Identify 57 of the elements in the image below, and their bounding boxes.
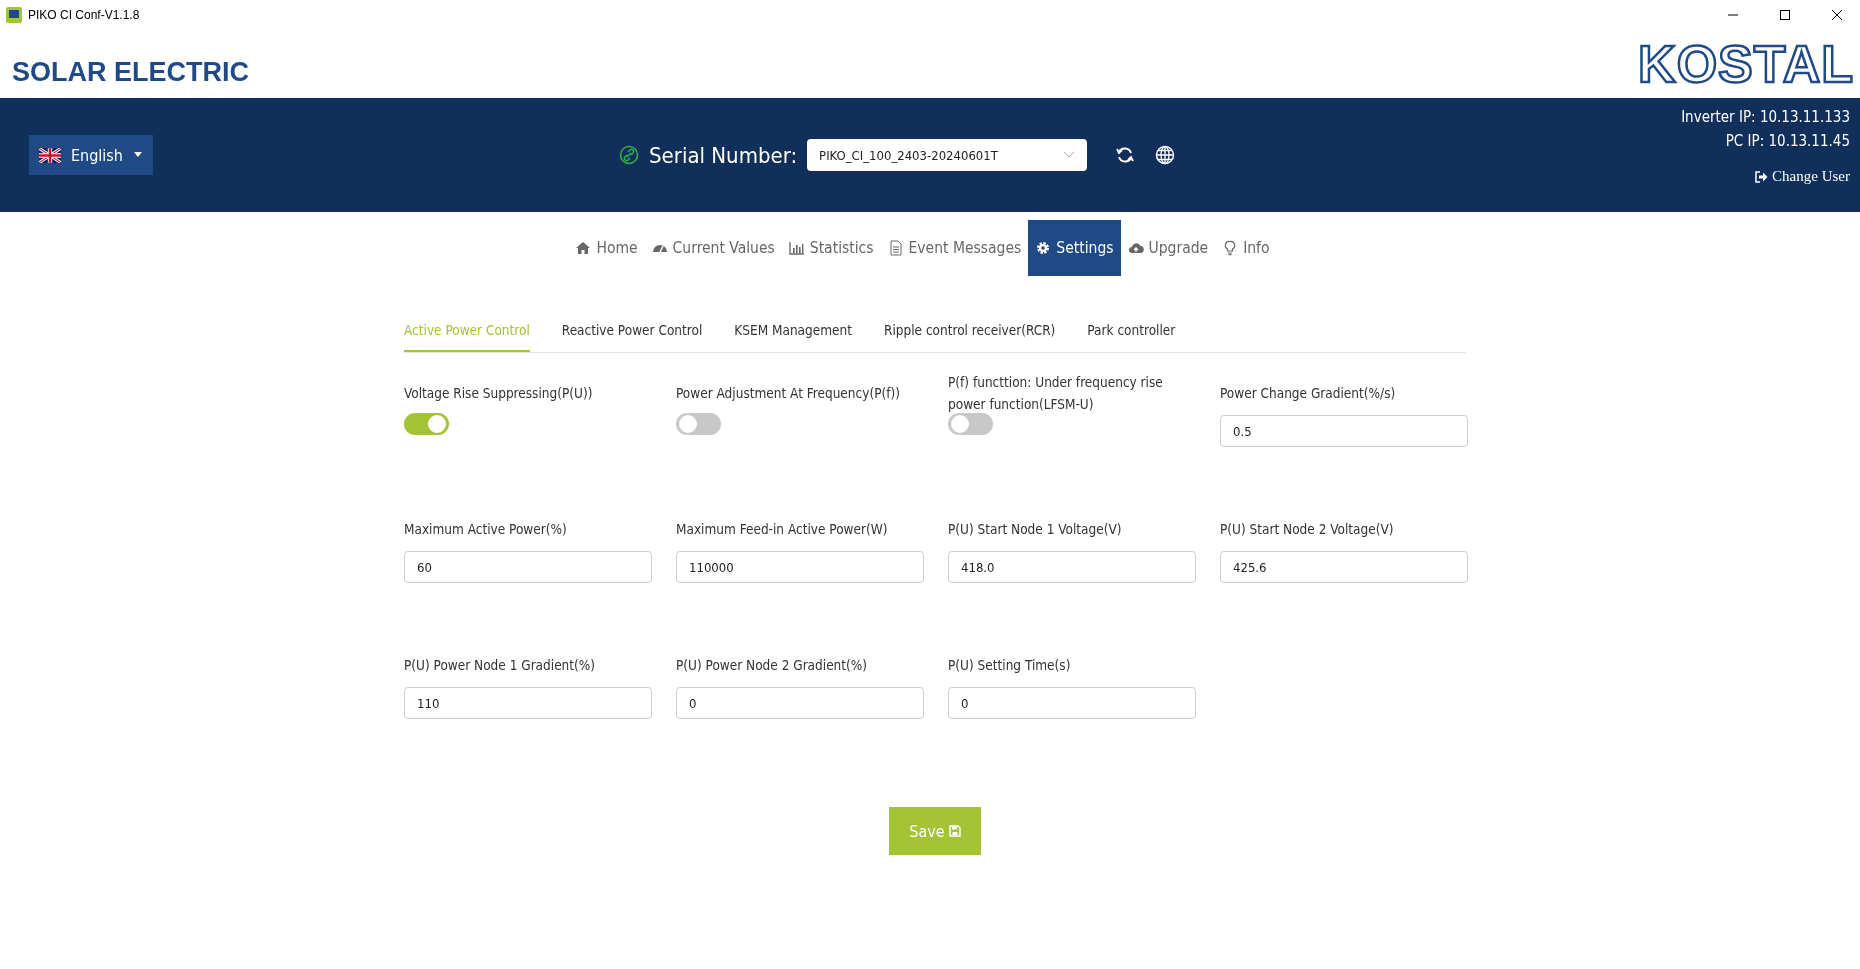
field-label: P(U) Start Node 1 Voltage(V) [948, 520, 1123, 539]
cloud-upload-icon [1127, 240, 1144, 256]
input-field[interactable]: 110 [404, 687, 652, 719]
brand-title: SOLAR ELECTRIC [12, 57, 249, 89]
sub-tab[interactable]: Reactive Power Control [561, 316, 703, 352]
pc-ip-text: PC IP: 10.13.11.45 [1725, 132, 1850, 150]
field-label: Power Change Gradient(%/s) [1220, 384, 1397, 403]
document-icon [887, 240, 904, 256]
bar-chart-icon [788, 240, 805, 256]
company-logo: KOSTAL [1638, 38, 1854, 90]
caret-icon [133, 152, 143, 158]
serial-number-select[interactable]: PIKO_CI_100_2403-20240601T [807, 139, 1088, 171]
nav-tab[interactable]: Info [1215, 220, 1277, 276]
input-field[interactable]: 425.6 [1220, 551, 1468, 583]
inverter-ip-text: Inverter IP: 10.13.11.133 [1681, 108, 1850, 126]
toggle-switch[interactable] [404, 413, 449, 435]
refresh-icon[interactable] [1115, 145, 1136, 165]
field-label: Maximum Feed-in Active Power(W) [676, 520, 889, 539]
app-icon [6, 7, 22, 23]
language-dropdown[interactable]: English [29, 135, 153, 175]
field-label: P(U) Power Node 1 Gradient(%) [404, 656, 597, 675]
sub-tab[interactable]: Ripple control receiver(RCR) [884, 316, 1056, 352]
toggle-switch[interactable] [676, 413, 721, 435]
home-icon [575, 240, 592, 256]
nav-tab[interactable]: Current Values [644, 220, 782, 276]
field-label: Voltage Rise Suppressing(P(U)) [404, 384, 594, 403]
maximize-icon[interactable] [1780, 10, 1790, 20]
field-label: P(f) functtion: Under frequency rise power function(LFSM-U) [948, 373, 1164, 414]
input-field[interactable]: 0 [948, 687, 1196, 719]
nav-tab[interactable]: Settings [1028, 220, 1121, 276]
change-user-link[interactable]: Change User [1755, 168, 1850, 185]
nav-tab[interactable]: Home [568, 220, 645, 276]
sign-out-icon [1755, 170, 1769, 183]
input-field[interactable]: 418.0 [948, 551, 1196, 583]
close-icon[interactable] [1832, 10, 1842, 20]
flag-icon [39, 147, 61, 163]
serial-number-label: Serial Number: [649, 142, 798, 168]
field-label: P(U) Setting Time(s) [948, 656, 1072, 675]
field-label: P(U) Start Node 2 Voltage(V) [1220, 520, 1395, 539]
nav-tab[interactable]: Upgrade [1120, 220, 1216, 276]
input-field[interactable]: 0.5 [1220, 415, 1468, 447]
chevron-icon [1063, 151, 1076, 159]
input-field[interactable]: 60 [404, 551, 652, 583]
globe-icon[interactable] [1155, 145, 1176, 165]
input-field[interactable]: 0 [676, 687, 924, 719]
sub-tab[interactable]: Park controller [1087, 316, 1176, 352]
window-title: PIKO CI Conf-V1.1.8 [28, 8, 140, 22]
nav-tab[interactable]: Event Messages [880, 220, 1029, 276]
settings-icon [1035, 240, 1052, 256]
nav-tab[interactable]: Statistics [781, 220, 881, 276]
field-label: P(U) Power Node 2 Gradient(%) [676, 656, 869, 675]
field-label: Maximum Active Power(%) [404, 520, 568, 539]
sub-tab[interactable]: KSEM Management [734, 316, 852, 352]
toggle-switch[interactable] [948, 413, 993, 435]
link-icon [619, 145, 639, 165]
field-label: Power Adjustment At Frequency(P(f)) [676, 384, 901, 403]
input-field[interactable]: 110000 [676, 551, 924, 583]
